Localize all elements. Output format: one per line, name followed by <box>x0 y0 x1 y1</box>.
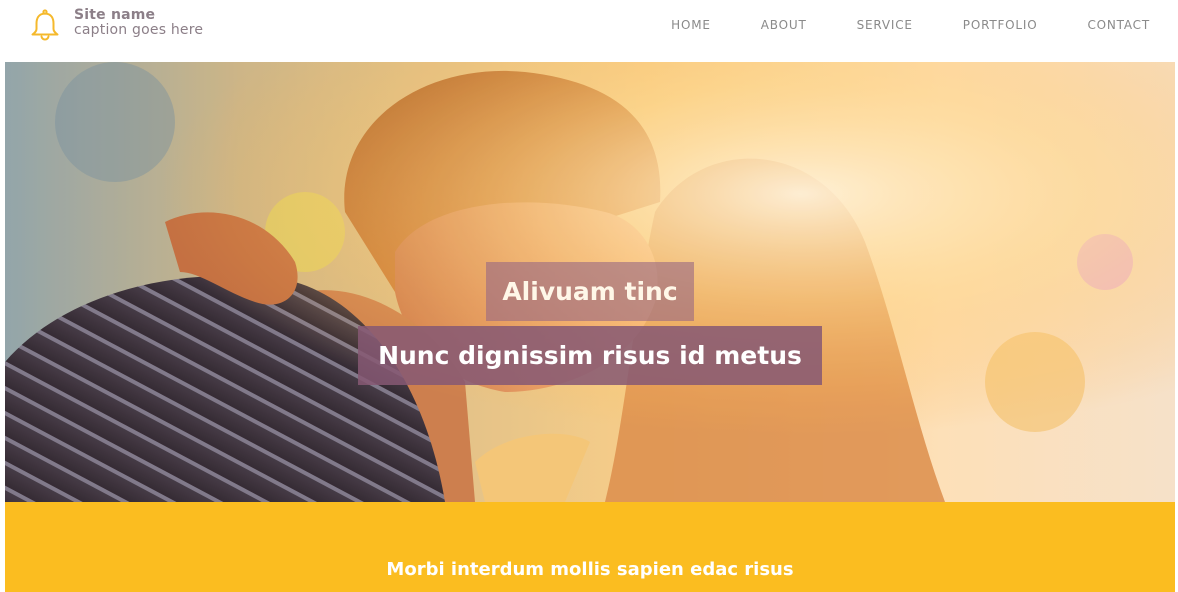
tagline-band: Morbi interdum mollis sapien edac risus <box>5 502 1175 592</box>
hero-banner: Alivuam tinc Nunc dignissim risus id met… <box>5 62 1175 502</box>
main-nav: HOME ABOUT SERVICE PORTFOLIO CONTACT <box>621 18 1150 32</box>
site-caption: caption goes here <box>74 22 204 38</box>
brand[interactable]: Site name caption goes here <box>28 8 203 42</box>
site-name: Site name <box>74 7 156 23</box>
nav-service[interactable]: SERVICE <box>857 18 913 32</box>
hero-title: Alivuam tinc <box>486 262 694 321</box>
bell-icon <box>28 8 62 42</box>
tagline-text: Morbi interdum mollis sapien edac risus <box>386 559 794 580</box>
brand-text: Site name caption goes here <box>74 8 203 38</box>
site-header: Site name caption goes here HOME ABOUT S… <box>0 0 1178 62</box>
nav-about[interactable]: ABOUT <box>761 18 807 32</box>
hero-subtitle: Nunc dignissim risus id metus <box>358 326 822 385</box>
nav-contact[interactable]: CONTACT <box>1087 18 1150 32</box>
nav-portfolio[interactable]: PORTFOLIO <box>963 18 1038 32</box>
page: Site name caption goes here HOME ABOUT S… <box>0 0 1178 592</box>
nav-home[interactable]: HOME <box>671 18 711 32</box>
